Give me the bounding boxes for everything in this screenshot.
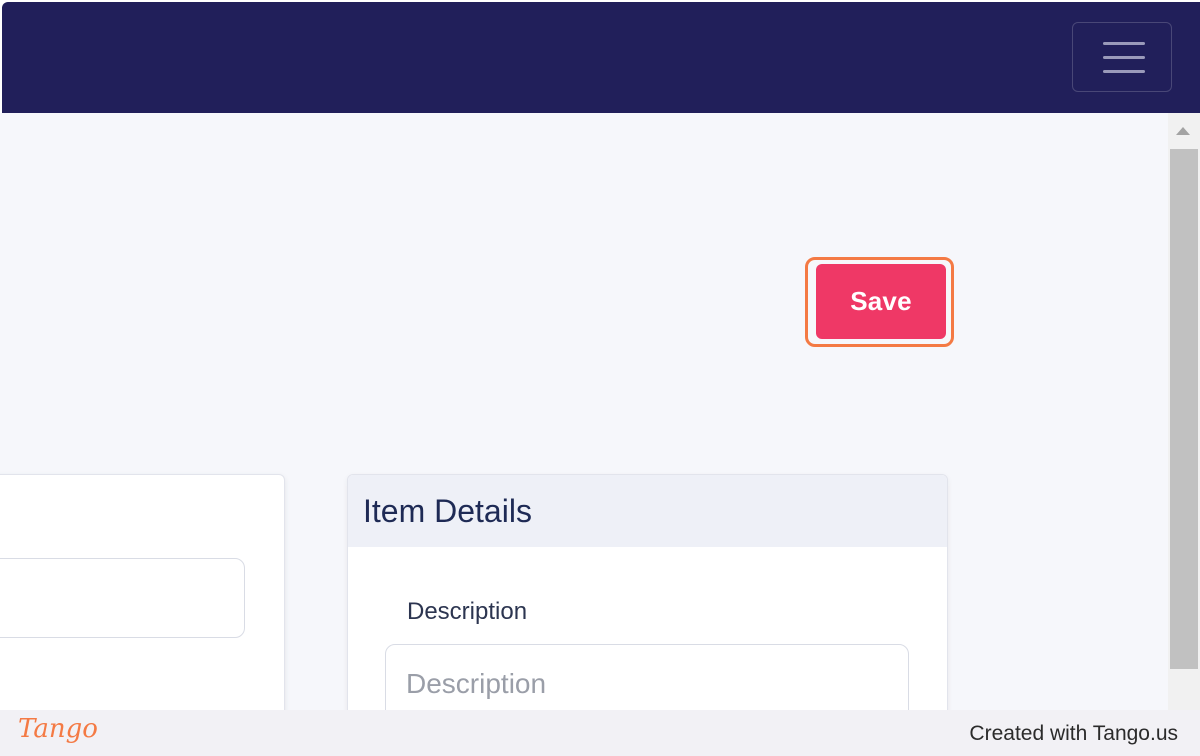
item-details-title: Item Details — [363, 493, 532, 529]
save-button[interactable]: Save — [816, 264, 946, 339]
description-label: Description — [407, 598, 528, 625]
description-input[interactable] — [385, 644, 909, 710]
footer-credit: Created with Tango.us — [969, 722, 1178, 745]
tango-logo: Tango — [18, 714, 98, 744]
item-details-card-header: Item Details — [348, 475, 947, 547]
scroll-up-arrow-icon[interactable] — [1176, 127, 1190, 135]
scrollbar-thumb[interactable] — [1170, 149, 1198, 669]
hamburger-menu-icon-bar — [1103, 56, 1145, 59]
top-navbar — [2, 2, 1200, 113]
hamburger-menu-button[interactable] — [1072, 22, 1172, 92]
vertical-scrollbar[interactable] — [1168, 113, 1200, 710]
left-card-input[interactable] — [0, 558, 245, 638]
footer: Tango Created with Tango.us — [0, 710, 1200, 756]
item-details-card: Item Details Description — [347, 474, 948, 710]
main-content: Save Item Details Description — [0, 113, 1168, 710]
hamburger-menu-icon — [1103, 42, 1145, 45]
hamburger-menu-icon-bar — [1103, 70, 1145, 73]
